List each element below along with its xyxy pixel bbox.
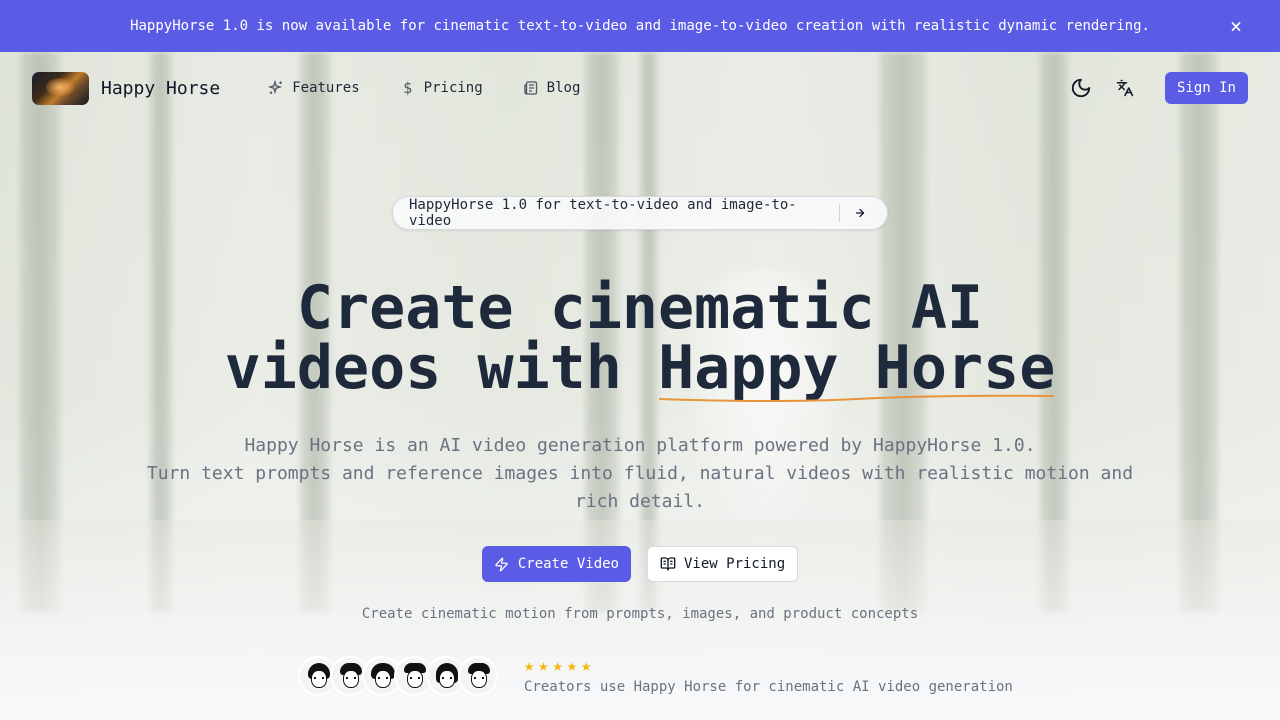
social-proof: ★ ★ ★ ★ ★ Creators use Happy Horse for c… xyxy=(298,656,1013,696)
hero-title-line-1: Create cinematic AI xyxy=(296,273,984,343)
hero-title-highlight: Happy Horse xyxy=(658,338,1055,402)
moon-icon[interactable] xyxy=(1065,72,1097,104)
dollar-icon: $ xyxy=(403,79,413,97)
star-icon: ★ xyxy=(552,656,563,676)
social-proof-caption: Creators use Happy Horse for cinematic A… xyxy=(524,679,1013,695)
hero-title-line-2: videos with Happy Horse xyxy=(0,338,1280,402)
pill-divider xyxy=(838,204,840,222)
view-pricing-button[interactable]: View Pricing xyxy=(647,546,799,582)
avatar-group xyxy=(298,656,498,696)
book-open-icon xyxy=(660,556,676,572)
nav-link-features[interactable]: Features xyxy=(260,74,367,102)
hero-tagline: Create cinematic motion from prompts, im… xyxy=(361,606,919,622)
newspaper-icon xyxy=(523,80,539,96)
hero-subtitle-line-1: Happy Horse is an AI video generation pl… xyxy=(244,435,1036,456)
sparkles-icon xyxy=(268,80,284,96)
pill-text: HappyHorse 1.0 for text-to-video and ima… xyxy=(409,197,797,229)
hero-highlight-text: Happy Horse xyxy=(658,333,1056,403)
nav-link-label: Features xyxy=(292,80,360,96)
view-pricing-label: View Pricing xyxy=(684,556,786,572)
hand-drawn-underline xyxy=(659,394,1055,402)
create-video-label: Create Video xyxy=(517,556,619,572)
brand-name[interactable]: Happy Horse xyxy=(101,78,220,99)
announcement-banner: HappyHorse 1.0 is now available for cine… xyxy=(0,0,1280,52)
hero-subtitle-line-2: Turn text prompts and reference images i… xyxy=(146,463,1134,512)
star-icon: ★ xyxy=(524,656,535,676)
hero-title-prefix: videos with xyxy=(224,333,659,403)
create-video-button[interactable]: Create Video xyxy=(481,546,631,582)
star-rating: ★ ★ ★ ★ ★ xyxy=(524,657,1013,675)
cta-row: Create Video View Pricing xyxy=(0,546,1280,582)
hero-title: Create cinematic AI videos with Happy Ho… xyxy=(0,273,1280,402)
top-nav: Happy Horse Features $ Pricing Blog Sign… xyxy=(0,52,1280,124)
social-proof-text: ★ ★ ★ ★ ★ Creators use Happy Horse for c… xyxy=(524,657,1013,695)
arrow-right-icon xyxy=(850,202,871,224)
star-icon: ★ xyxy=(538,656,549,676)
nav-actions: Sign In xyxy=(1065,72,1248,104)
sign-in-button[interactable]: Sign In xyxy=(1164,72,1248,104)
nav-link-pricing[interactable]: $ Pricing xyxy=(392,74,491,102)
nav-links: Features $ Pricing Blog xyxy=(260,74,612,102)
avatar xyxy=(458,656,498,696)
nav-link-label: Pricing xyxy=(423,80,483,96)
nav-link-label: Blog xyxy=(546,80,581,96)
translate-icon[interactable] xyxy=(1109,72,1141,104)
star-icon: ★ xyxy=(566,656,577,676)
close-icon[interactable]: × xyxy=(1226,16,1246,36)
brand-logo[interactable] xyxy=(32,71,89,105)
hero-subtitle: Happy Horse is an AI video generation pl… xyxy=(140,432,1140,516)
lightning-icon xyxy=(494,556,510,572)
star-icon: ★ xyxy=(581,656,592,676)
banner-text: HappyHorse 1.0 is now available for cine… xyxy=(130,18,1150,34)
nav-link-blog[interactable]: Blog xyxy=(515,74,589,102)
announcement-pill[interactable]: HappyHorse 1.0 for text-to-video and ima… xyxy=(392,196,888,230)
